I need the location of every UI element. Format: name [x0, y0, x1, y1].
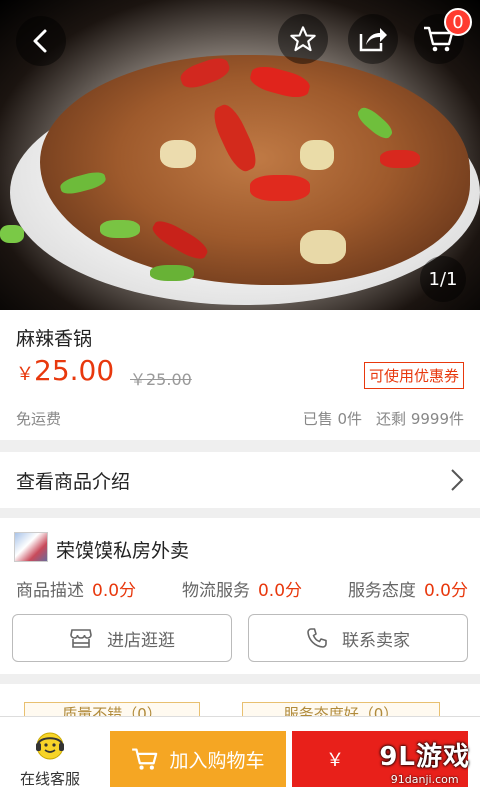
price-value: 25.00 [34, 354, 115, 387]
back-button[interactable] [16, 16, 66, 66]
shop-name[interactable]: 荣馍馍私房外卖 [56, 536, 189, 563]
favorite-button[interactable] [278, 14, 328, 64]
rating-label: 物流服务 [181, 581, 250, 601]
shop-ratings: 商品描述 0.0分 物流服务 0.0分 服务态度 0.0分 [16, 576, 468, 601]
scallion-piece [0, 225, 24, 243]
product-intro-row[interactable]: 查看商品介绍 [0, 452, 480, 508]
watermark-url: 91danji.com [390, 773, 459, 786]
back-arrow-icon [33, 29, 47, 53]
coupon-button[interactable]: 可使用优惠券 [363, 362, 464, 389]
visit-shop-button[interactable]: 进店逛逛 [12, 614, 232, 662]
shipping-info: 免运费 [16, 410, 62, 428]
watermark-logo: 9L游戏 [379, 742, 470, 772]
cart-icon [132, 748, 158, 770]
cart-count-badge: 0 [444, 8, 472, 36]
rating-score: 0.0分 [92, 581, 137, 601]
customer-service-icon [36, 732, 64, 759]
rating-label: 服务态度 [347, 581, 416, 601]
original-price: ￥25.00 [130, 370, 192, 389]
product-title: 麻辣香锅 [16, 328, 93, 350]
sales-info: 已售 0件 还剩 9999件 [289, 408, 464, 429]
rating-label: 商品描述 [16, 581, 84, 601]
sold-count: 已售 0件 [302, 410, 363, 428]
scallion-piece [150, 265, 194, 281]
shop-logo [14, 532, 48, 562]
shop-card: 荣馍馍私房外卖 商品描述 0.0分 物流服务 0.0分 服务态度 0.0分 进店逛逛 … [0, 518, 480, 674]
pepper-piece [250, 175, 310, 201]
potato-piece [160, 140, 196, 168]
site-watermark: 9L游戏 91danji.com [379, 736, 470, 786]
share-button[interactable] [348, 14, 398, 64]
chevron-right-icon [451, 469, 464, 491]
rating-score: 0.0分 [423, 581, 468, 601]
stock-count: 还剩 9999件 [376, 410, 464, 428]
rating-description: 商品描述 0.0分 [16, 576, 136, 601]
customer-service-label: 在线客服 [19, 769, 80, 788]
potato-piece [300, 140, 334, 170]
buy-now-label: ￥ [326, 750, 344, 771]
shop-icon [70, 629, 92, 648]
star-icon [290, 26, 316, 52]
add-to-cart-button[interactable]: 加入购物车 [110, 731, 286, 787]
image-pager: 1/1 [420, 256, 466, 302]
customer-service-button[interactable]: 在线客服 [0, 717, 100, 800]
potato-piece [300, 230, 346, 264]
share-icon [359, 28, 387, 52]
rating-score: 0.0分 [257, 581, 303, 601]
product-intro-label: 查看商品介绍 [16, 470, 131, 493]
contact-seller-label: 联系卖家 [342, 630, 410, 651]
product-price: ￥25.00 [16, 354, 114, 387]
pepper-piece [380, 150, 420, 168]
contact-seller-button[interactable]: 联系卖家 [248, 614, 468, 662]
scallion-piece [100, 220, 140, 238]
add-to-cart-label: 加入购物车 [169, 749, 265, 772]
price-symbol: ￥ [16, 364, 34, 385]
phone-icon [307, 628, 327, 648]
visit-shop-label: 进店逛逛 [107, 630, 175, 651]
rating-service: 服务态度 0.0分 [348, 576, 468, 601]
product-image[interactable]: 0 1/1 [0, 0, 480, 310]
rating-logistics: 物流服务 0.0分 [182, 576, 302, 601]
product-info: 麻辣香锅 ￥25.00 ￥25.00 可使用优惠券 免运费 已售 0件 还剩 99… [0, 310, 480, 440]
